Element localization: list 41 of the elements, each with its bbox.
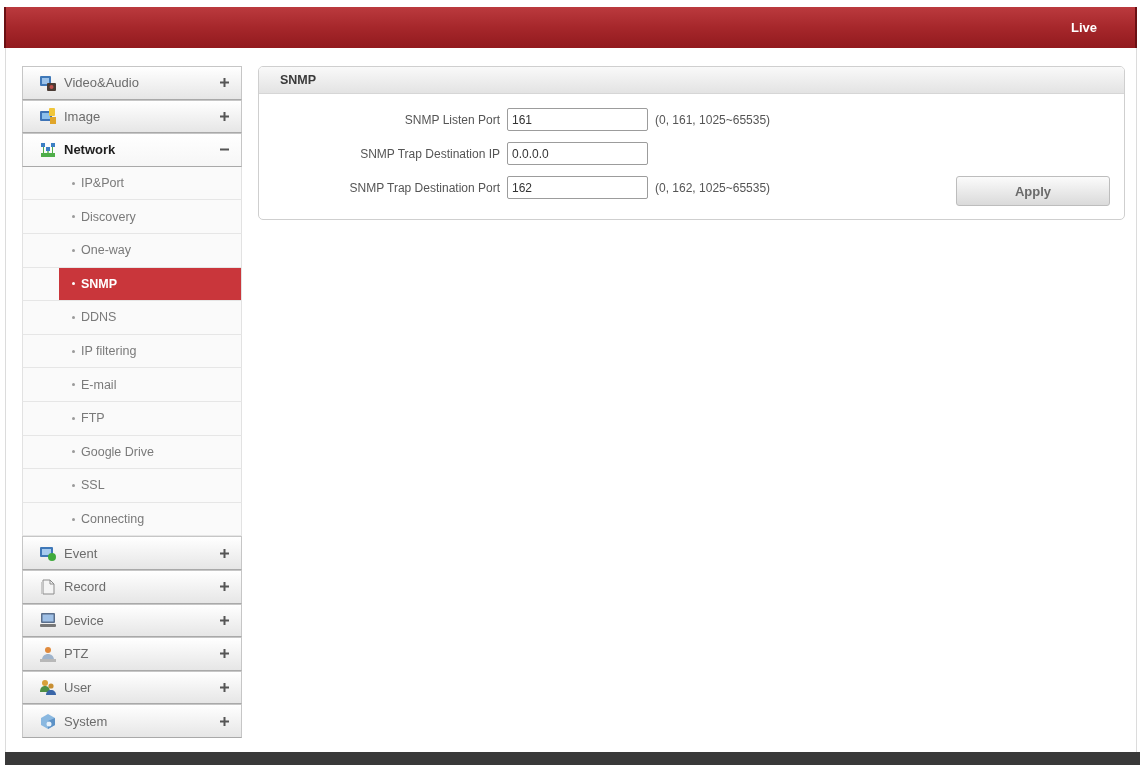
bullet-icon (72, 483, 75, 487)
sidebar-item[interactable]: PTZ (22, 637, 242, 671)
bullet-icon (72, 215, 75, 219)
bullet-icon (72, 383, 75, 387)
input-field[interactable]: 0.0.0.0 (507, 142, 648, 165)
bullet-icon (72, 315, 75, 319)
field-label: SNMP Trap Destination Port (348, 180, 500, 195)
bullet-icon (72, 416, 75, 420)
person-icon (40, 645, 56, 662)
image-icon (40, 108, 56, 125)
bullet-icon (72, 450, 75, 454)
apply-button[interactable]: Apply (956, 176, 1110, 206)
sidebar-item[interactable]: Network (22, 133, 242, 167)
sidebar-item[interactable]: Record (22, 569, 242, 604)
box-icon (40, 713, 56, 730)
panel-title: SNMP (280, 73, 317, 87)
network-icon (40, 142, 56, 158)
bullet-icon (72, 349, 75, 353)
bullet-icon (72, 282, 75, 286)
video-icon (40, 74, 56, 91)
sidebar-item[interactable]: Device (22, 603, 242, 638)
document-icon (40, 578, 56, 595)
range-hint: (0, 162, 1025~65535) (655, 180, 771, 195)
sidebar-item[interactable]: User (22, 670, 242, 705)
bullet-icon (72, 248, 75, 252)
sidebar-subitem[interactable]: SNMP (59, 267, 241, 301)
live-link[interactable]: Live (1071, 20, 1097, 35)
range-hint: (0, 161, 1025~65535) (655, 112, 771, 127)
computer-icon (40, 612, 56, 629)
input-field[interactable]: 162 (507, 176, 648, 199)
sidebar-item[interactable]: System (22, 704, 242, 738)
users-icon (40, 679, 56, 696)
event-icon (40, 545, 56, 562)
sidebar-item[interactable]: Event (22, 536, 242, 570)
field-label: SNMP Trap Destination IP (359, 146, 500, 161)
bullet-icon (72, 517, 75, 521)
sidebar-item[interactable]: Image (22, 99, 242, 134)
input-field[interactable]: 161 (507, 108, 648, 131)
bullet-icon (72, 181, 75, 185)
sidebar-item[interactable]: Video&Audio (22, 66, 242, 100)
field-label: SNMP Listen Port (403, 112, 500, 127)
